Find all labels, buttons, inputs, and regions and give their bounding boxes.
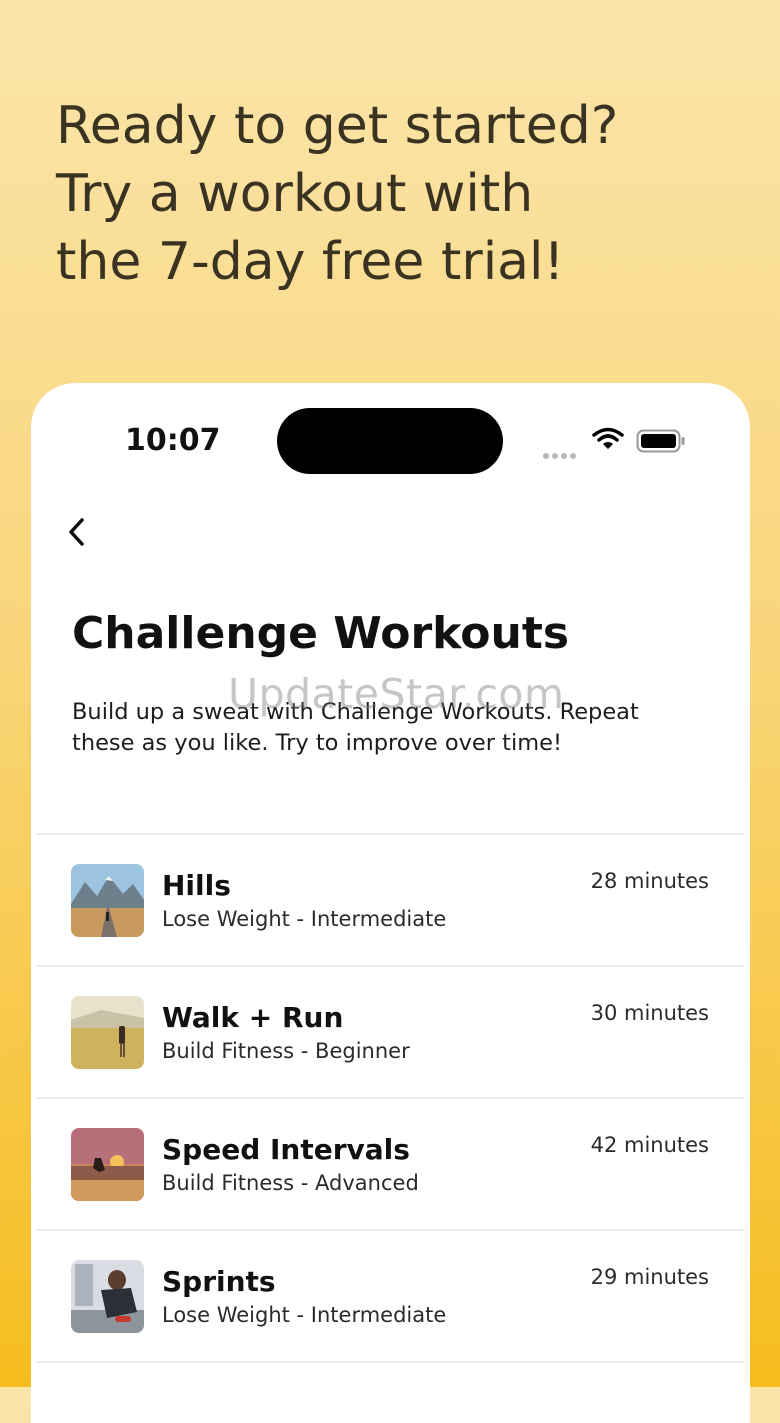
- workout-subtitle: Lose Weight - Intermediate: [162, 1303, 447, 1327]
- workout-row-speed-intervals[interactable]: Speed Intervals Build Fitness - Advanced…: [36, 1099, 744, 1231]
- workout-list: Hills Lose Weight - Intermediate 28 minu…: [36, 833, 744, 1363]
- workout-duration: 29 minutes: [590, 1265, 709, 1289]
- workout-thumbnail: [71, 1128, 144, 1201]
- workout-duration: 28 minutes: [590, 869, 709, 893]
- watermark: UpdateStar.com: [228, 670, 565, 718]
- workout-name: Walk + Run: [162, 1001, 344, 1034]
- workout-name: Speed Intervals: [162, 1133, 410, 1166]
- chevron-left-icon: [69, 518, 84, 546]
- promo-line-3: the 7-day free trial!: [56, 232, 565, 292]
- promo-line-2: Try a workout with: [56, 164, 534, 224]
- promo-headline: Ready to get started? Try a workout with…: [56, 92, 618, 296]
- workout-subtitle: Lose Weight - Intermediate: [162, 907, 447, 931]
- workout-name: Sprints: [162, 1265, 276, 1298]
- battery-icon: [636, 429, 686, 457]
- workout-thumbnail: [71, 1260, 144, 1333]
- wifi-icon: [592, 427, 624, 455]
- workout-duration: 30 minutes: [590, 1001, 709, 1025]
- promo-line-1: Ready to get started?: [56, 96, 619, 156]
- status-time: 10:07: [125, 423, 221, 458]
- workout-subtitle: Build Fitness - Beginner: [162, 1039, 410, 1063]
- workout-subtitle: Build Fitness - Advanced: [162, 1171, 419, 1195]
- workout-name: Hills: [162, 869, 231, 902]
- dynamic-island: [277, 408, 503, 474]
- workout-row-sprints[interactable]: Sprints Lose Weight - Intermediate 29 mi…: [36, 1231, 744, 1363]
- page-title: Challenge Workouts: [72, 608, 570, 659]
- signal-dots-icon: [543, 444, 579, 463]
- workout-thumbnail: [71, 864, 144, 937]
- workout-row-walk-run[interactable]: Walk + Run Build Fitness - Beginner 30 m…: [36, 967, 744, 1099]
- workout-thumbnail: [71, 996, 144, 1069]
- workout-row-hills[interactable]: Hills Lose Weight - Intermediate 28 minu…: [36, 835, 744, 967]
- workout-duration: 42 minutes: [590, 1133, 709, 1157]
- back-button[interactable]: [61, 513, 93, 551]
- phone-screen: 10:07 Challenge Workouts Build up a swea…: [31, 383, 750, 1423]
